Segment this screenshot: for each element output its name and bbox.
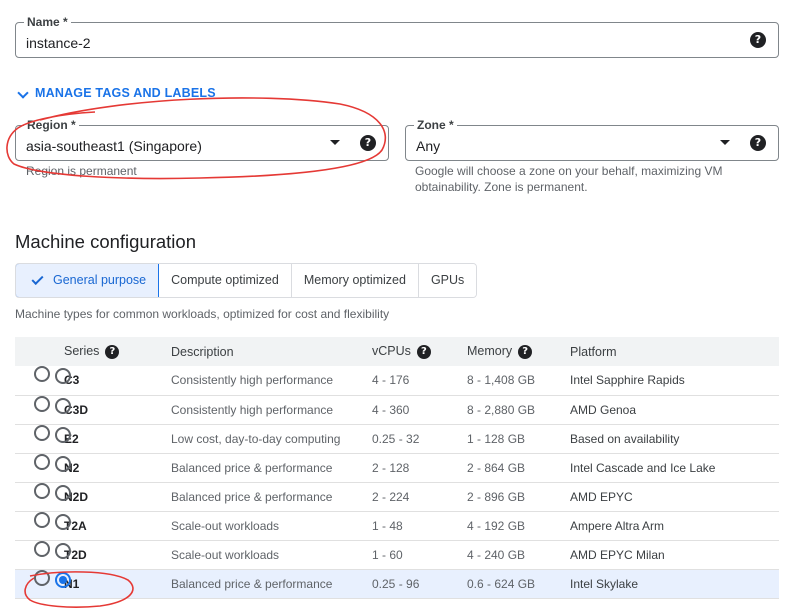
machine-series-table: Series? Description vCPUs? Memory? Platf… (15, 337, 779, 599)
tab-label: General purpose (53, 273, 147, 287)
vcpus-cell: 2 - 224 (372, 489, 410, 504)
series-cell: T2D (64, 547, 87, 562)
desc-cell: Balanced price & performance (171, 576, 333, 591)
series-cell: N2 (64, 460, 80, 475)
zone-select[interactable]: Zone * Any ? (405, 118, 779, 161)
table-body: C3 Consistently high performance 4 - 176 8 … (15, 366, 779, 598)
manage-tags-toggle[interactable]: MANAGE TAGS AND LABELS (16, 86, 216, 100)
series-radio[interactable] (55, 426, 71, 443)
tab-label: Compute optimized (171, 273, 279, 287)
column-header-vcpus: vCPUs? (372, 337, 467, 366)
region-select[interactable]: Region * asia-southeast1 (Singapore) ? (15, 118, 389, 161)
name-field[interactable]: Name * instance-2 ? (15, 15, 779, 58)
desc-cell: Scale-out workloads (171, 518, 280, 533)
table-row[interactable]: N2D Balanced price & performance 2 - 224 2 … (15, 482, 779, 511)
name-field-value[interactable]: instance-2 (26, 35, 91, 51)
memory-cell: 1 - 128 GB (467, 431, 526, 446)
table-row[interactable]: C3D Consistently high performance 4 - 360 8… (15, 395, 779, 424)
desc-cell: Low cost, day-to-day computing (171, 431, 341, 446)
memory-cell: 2 - 896 GB (467, 489, 526, 504)
table-header-row: Series? Description vCPUs? Memory? Platf… (15, 337, 779, 366)
series-cell: N1 (64, 576, 80, 591)
region-value: asia-southeast1 (Singapore) (26, 138, 202, 154)
memory-cell: 2 - 864 GB (467, 460, 526, 475)
column-header-platform: Platform (570, 344, 617, 359)
table-row[interactable]: C3 Consistently high performance 4 - 176 8 … (15, 366, 779, 395)
series-cell: C3 (64, 373, 80, 388)
platform-cell: Based on availability (570, 431, 680, 446)
vcpus-cell: 2 - 128 (372, 460, 410, 475)
tab-compute-optimized[interactable]: Compute optimized (159, 264, 292, 297)
desc-cell: Consistently high performance (171, 402, 334, 417)
series-radio[interactable] (55, 571, 71, 588)
memory-cell: 8 - 1,408 GB (467, 373, 536, 388)
zone-value: Any (416, 138, 441, 154)
table-row[interactable]: N1 Balanced price & performance 0.25 - 96 0… (15, 569, 779, 598)
tab-gpus[interactable]: GPUs (418, 264, 477, 297)
memory-cell: 4 - 240 GB (467, 547, 526, 562)
table-row[interactable]: E2 Low cost, day-to-day computing 0.25 - 3… (15, 424, 779, 453)
tab-label: GPUs (430, 273, 465, 287)
help-icon[interactable]: ? (360, 135, 376, 151)
check-icon (31, 273, 44, 286)
section-title: Machine configuration (15, 231, 196, 252)
platform-cell: AMD Genoa (570, 402, 637, 417)
name-field-label: Name * (24, 15, 71, 29)
vcpus-cell: 1 - 60 (372, 547, 403, 562)
chevron-down-icon (17, 87, 29, 99)
series-cell: E2 (64, 431, 79, 446)
help-icon[interactable]: ? (518, 344, 533, 359)
platform-cell: Intel Cascade and Ice Lake (570, 460, 716, 475)
platform-cell: Intel Sapphire Rapids (570, 373, 685, 388)
tab-label: Memory optimized (303, 273, 406, 287)
column-header-description: Description (171, 344, 234, 359)
desc-cell: Scale-out workloads (171, 547, 280, 562)
tab-description: Machine types for common workloads, opti… (15, 307, 390, 321)
table-row[interactable]: N2 Balanced price & performance 2 - 128 2 -… (15, 453, 779, 482)
desc-cell: Balanced price & performance (171, 460, 333, 475)
platform-cell: AMD EPYC (570, 489, 633, 504)
series-radio[interactable] (55, 484, 71, 501)
series-cell: N2D (64, 489, 89, 504)
memory-cell: 8 - 2,880 GB (467, 402, 536, 417)
column-header-memory: Memory? (467, 337, 570, 366)
help-icon[interactable]: ? (750, 32, 766, 48)
help-icon[interactable]: ? (750, 135, 766, 151)
series-radio[interactable] (55, 368, 71, 384)
series-radio[interactable] (55, 542, 71, 559)
region-hint: Region is permanent (26, 164, 137, 178)
manage-tags-label: MANAGE TAGS AND LABELS (35, 86, 216, 100)
tab-memory-optimized[interactable]: Memory optimized (291, 264, 419, 297)
vcpus-cell: 1 - 48 (372, 518, 403, 533)
series-radio[interactable] (55, 455, 71, 472)
tab-general-purpose[interactable]: General purpose (16, 264, 160, 297)
series-radio[interactable] (55, 397, 71, 414)
help-icon[interactable]: ? (416, 344, 431, 359)
column-header-series: Series? (64, 337, 171, 366)
help-icon[interactable]: ? (105, 344, 120, 359)
platform-cell: AMD EPYC Milan (570, 547, 665, 562)
vcpus-cell: 4 - 360 (372, 402, 410, 417)
machine-family-tabs: General purpose Compute optimized Memory… (15, 263, 478, 298)
series-cell: C3D (64, 402, 89, 417)
platform-cell: Intel Skylake (570, 576, 639, 591)
memory-cell: 4 - 192 GB (467, 518, 526, 533)
zone-label: Zone * (414, 118, 457, 132)
vcpus-cell: 4 - 176 (372, 373, 410, 388)
vcpus-cell: 0.25 - 96 (372, 576, 420, 591)
zone-hint: Google will choose a zone on your behalf… (415, 164, 723, 194)
memory-cell: 0.6 - 624 GB (467, 576, 536, 591)
dropdown-arrow-icon[interactable] (720, 140, 730, 145)
platform-cell: Ampere Altra Arm (570, 518, 665, 533)
series-cell: T2A (64, 518, 87, 533)
desc-cell: Consistently high performance (171, 373, 334, 388)
region-label: Region * (24, 118, 79, 132)
vcpus-cell: 0.25 - 32 (372, 431, 420, 446)
dropdown-arrow-icon[interactable] (330, 140, 340, 145)
desc-cell: Balanced price & performance (171, 489, 333, 504)
series-radio[interactable] (55, 513, 71, 530)
table-row[interactable]: T2D Scale-out workloads 1 - 60 4 - 240 GB AM… (15, 540, 779, 569)
table-row[interactable]: T2A Scale-out workloads 1 - 48 4 - 192 GB Am… (15, 511, 779, 540)
